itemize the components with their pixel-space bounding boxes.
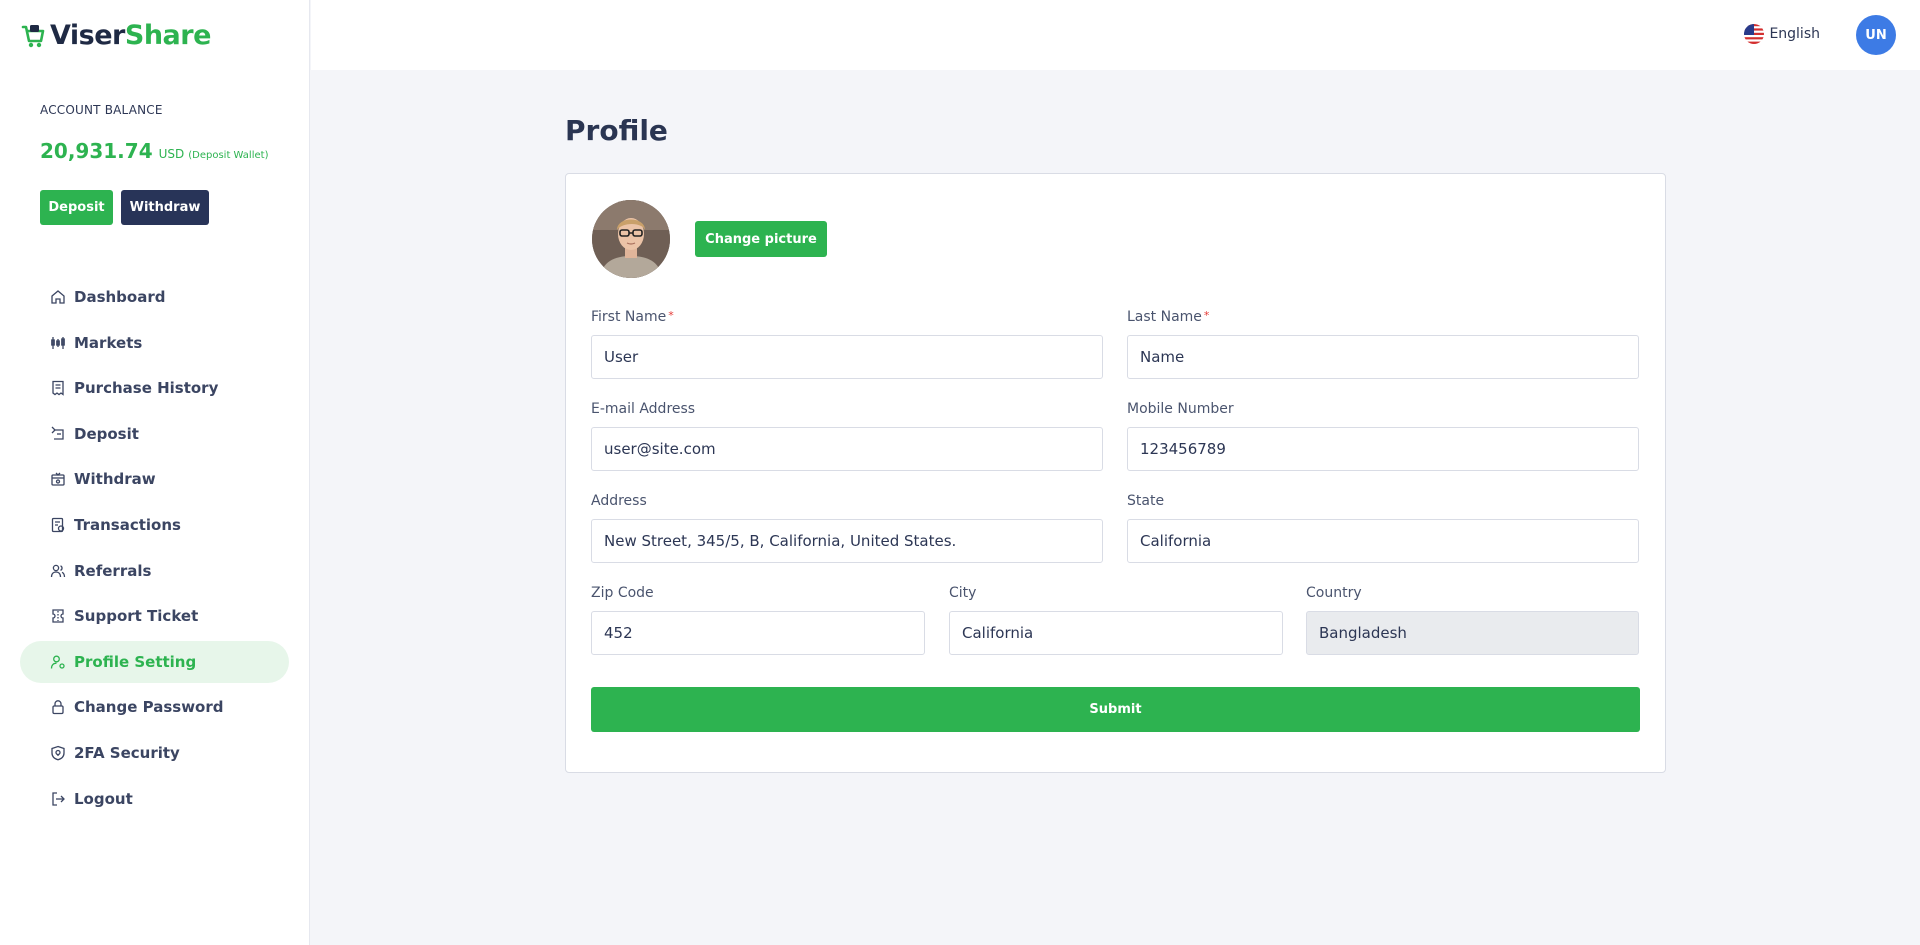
sidebar-item-label: Purchase History bbox=[74, 379, 219, 398]
zip-code-field[interactable] bbox=[591, 611, 925, 655]
last-name-field[interactable] bbox=[1127, 335, 1639, 379]
email-label: E-mail Address bbox=[591, 401, 696, 417]
submit-button[interactable]: Submit bbox=[591, 687, 1640, 732]
brand-name: ViserShare bbox=[50, 19, 211, 51]
us-flag-icon bbox=[1744, 24, 1765, 44]
sidebar-item-label: Dashboard bbox=[74, 288, 166, 306]
required-mark: * bbox=[1203, 309, 1210, 322]
ticket-icon bbox=[52, 609, 64, 623]
brand-logo[interactable]: ViserShare bbox=[20, 18, 211, 52]
page-title: Profile bbox=[565, 114, 668, 147]
state-label: State bbox=[1127, 493, 1165, 509]
withdraw-icon bbox=[51, 472, 65, 487]
sidebar-item-purchase-history[interactable]: Purchase History bbox=[20, 367, 289, 409]
language-selector[interactable]: English bbox=[1744, 24, 1820, 44]
change-picture-button[interactable]: Change picture bbox=[695, 221, 827, 257]
sidebar-item-label: Support Ticket bbox=[74, 607, 199, 626]
sidebar-item-change-password[interactable]: Change Password bbox=[20, 686, 289, 728]
sidebar: ViserShare ACCOUNT BALANCE 20,931.74 USD… bbox=[0, 0, 310, 945]
home-icon bbox=[51, 290, 65, 304]
sidebar-item-label: Markets bbox=[74, 333, 143, 352]
sidebar-item-2fa-security[interactable]: 2FA Security bbox=[20, 732, 289, 774]
sidebar-item-referrals[interactable]: Referrals bbox=[20, 550, 289, 592]
country-label: Country bbox=[1306, 585, 1362, 601]
user-gear-icon bbox=[50, 655, 65, 669]
topbar: English UN bbox=[311, 0, 1920, 70]
language-label: English bbox=[1769, 26, 1820, 42]
sidebar-item-markets[interactable]: Markets bbox=[20, 322, 289, 364]
city-label: City bbox=[949, 585, 977, 601]
sidebar-item-profile-setting[interactable]: Profile Setting bbox=[20, 640, 289, 683]
sidebar-item-label: Transactions bbox=[74, 515, 181, 534]
sidebar-item-label: Deposit bbox=[74, 424, 139, 443]
balance-wallet-type: (Deposit Wallet) bbox=[188, 150, 269, 161]
cart-logo-icon bbox=[21, 25, 45, 48]
profile-picture bbox=[592, 200, 670, 278]
transactions-icon bbox=[51, 517, 65, 533]
sidebar-item-label: Referrals bbox=[74, 561, 152, 580]
users-icon bbox=[50, 564, 66, 577]
logout-icon bbox=[52, 791, 65, 806]
mobile-label: Mobile Number bbox=[1127, 401, 1234, 417]
balance-amount: 20,931.74 bbox=[40, 139, 153, 163]
sidebar-item-logout[interactable]: Logout bbox=[20, 778, 289, 820]
sidebar-item-dashboard[interactable]: Dashboard bbox=[20, 276, 289, 318]
sidebar-item-transactions[interactable]: Transactions bbox=[20, 504, 289, 546]
user-avatar[interactable]: UN bbox=[1856, 15, 1896, 55]
sidebar-item-withdraw[interactable]: Withdraw bbox=[20, 458, 289, 500]
balance-currency: USD bbox=[158, 147, 185, 161]
last-name-label: Last Name * bbox=[1127, 309, 1210, 325]
deposit-icon bbox=[51, 426, 64, 440]
city-field[interactable] bbox=[949, 611, 1283, 655]
email-field[interactable] bbox=[591, 427, 1103, 471]
sidebar-item-label: Logout bbox=[74, 789, 133, 808]
lock-icon bbox=[52, 700, 64, 715]
first-name-field[interactable] bbox=[591, 335, 1103, 379]
receipt-icon bbox=[52, 381, 64, 396]
required-mark: * bbox=[668, 309, 674, 322]
address-field[interactable] bbox=[591, 519, 1103, 563]
profile-photo-image bbox=[592, 200, 670, 278]
profile-form-card: Change picture First Name* Last Name* E-… bbox=[565, 173, 1666, 773]
sidebar-nav: Dashboard Markets Purchase History Depos… bbox=[20, 276, 289, 823]
sidebar-item-label: Change Password bbox=[74, 698, 224, 717]
sidebar-item-support-ticket[interactable]: Support Ticket bbox=[20, 595, 289, 637]
account-balance-label: ACCOUNT BALANCE bbox=[40, 103, 163, 117]
state-field[interactable] bbox=[1127, 519, 1639, 563]
zip-code-label: Zip Code bbox=[591, 585, 654, 601]
sidebar-item-label: Profile Setting bbox=[74, 652, 197, 671]
withdraw-button[interactable]: Withdraw bbox=[121, 190, 209, 225]
shield-icon bbox=[51, 745, 65, 761]
chart-icon bbox=[51, 336, 65, 349]
first-name-label: First Name * bbox=[591, 309, 674, 325]
country-field bbox=[1306, 611, 1639, 655]
address-label: Address bbox=[591, 493, 647, 509]
sidebar-item-label: Withdraw bbox=[74, 470, 156, 489]
account-balance: 20,931.74 USD (Deposit Wallet) bbox=[40, 139, 268, 163]
mobile-field[interactable] bbox=[1127, 427, 1639, 471]
sidebar-item-deposit[interactable]: Deposit bbox=[20, 413, 289, 455]
sidebar-item-label: 2FA Security bbox=[74, 743, 180, 762]
deposit-button[interactable]: Deposit bbox=[40, 190, 113, 225]
